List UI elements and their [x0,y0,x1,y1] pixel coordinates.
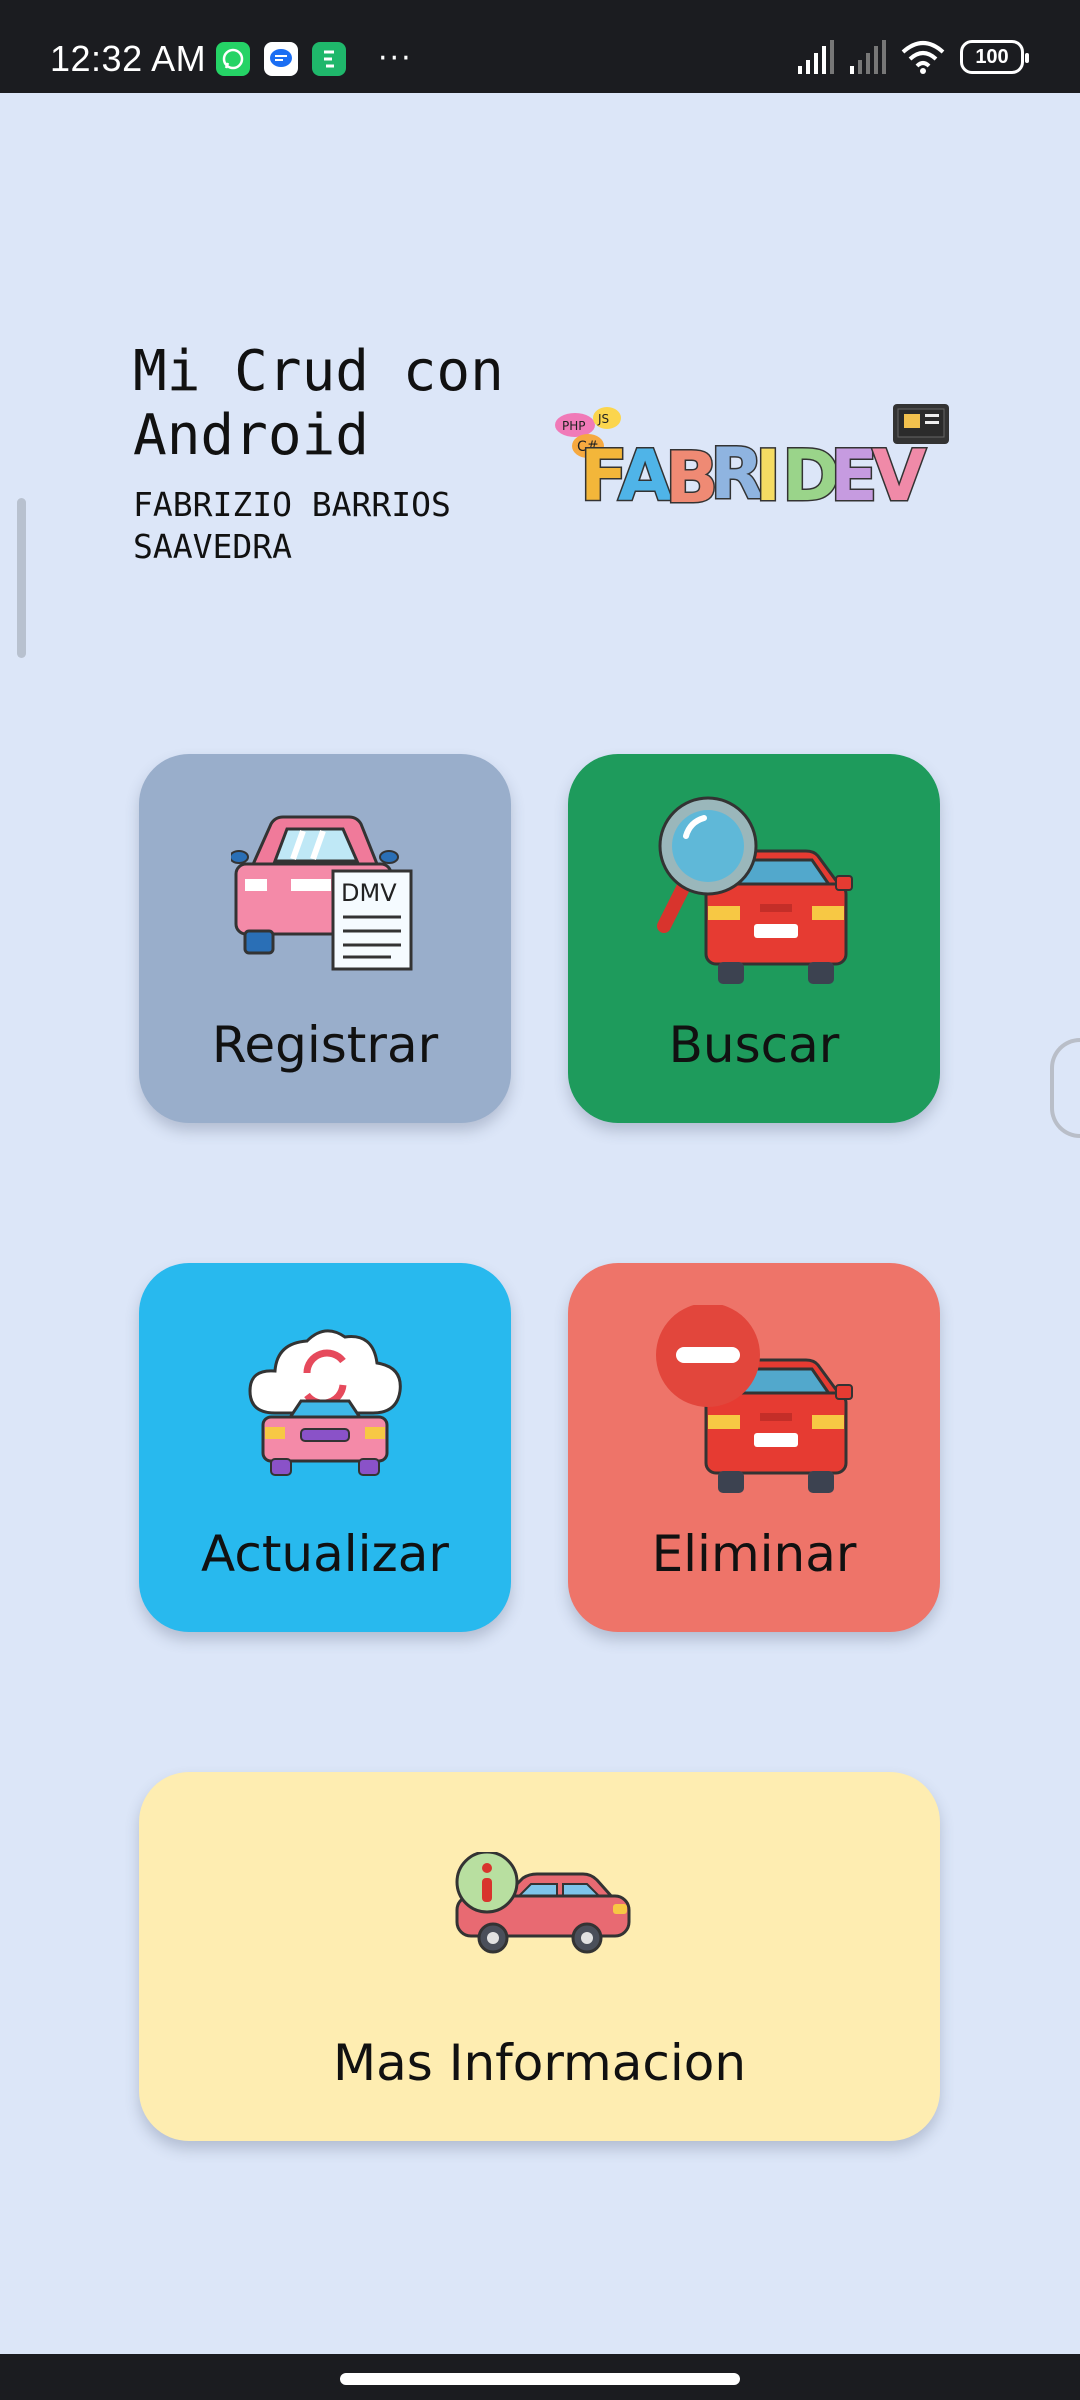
car-search-icon [657,796,853,984]
green-app-icon [312,42,346,76]
actualizar-label: Actualizar [201,1525,449,1583]
scroll-indicator [17,498,26,658]
signal-2-icon [850,40,886,74]
status-bar: 12:32 AM ··· 100 [0,0,1080,93]
buscar-button[interactable]: Buscar [568,754,940,1123]
messages-icon [264,42,298,76]
eliminar-button[interactable]: Eliminar [568,1263,940,1632]
fabridev-logo: PHP JS C# F A B R I D E V [555,404,949,515]
svg-text:DMV: DMV [341,879,397,907]
registrar-label: Registrar [211,1016,439,1074]
page-title: Mi Crud con Android [133,339,504,468]
whatsapp-icon [216,42,250,76]
navigation-bar [0,2354,1080,2400]
author-name: FABRIZIO BARRIOS SAAVEDRA [133,485,451,566]
eliminar-label: Eliminar [651,1525,857,1583]
buscar-label: Buscar [668,1016,840,1074]
car-info-icon [455,1852,631,1954]
svg-text:E: E [830,435,878,515]
registrar-button[interactable]: DMV Registrar [139,754,511,1123]
car-remove-icon [656,1305,853,1493]
home-gesture-bar[interactable] [340,2373,740,2385]
svg-text:I: I [755,435,781,515]
edge-swipe-handle[interactable] [1050,1038,1080,1138]
more-notifications-icon: ··· [378,41,413,76]
car-dmv-document-icon: DMV [231,815,413,971]
svg-text:JS: JS [597,412,609,426]
notification-icons: ··· [216,42,413,76]
wifi-icon [901,41,945,74]
mas-informacion-label: Mas Informacion [332,2034,747,2092]
svg-text:PHP: PHP [562,419,586,433]
mas-informacion-button[interactable]: Mas Informacion [139,1772,940,2141]
svg-text:V: V [872,435,926,515]
battery-indicator: 100 [960,40,1029,74]
status-time: 12:32 AM [50,38,207,79]
actualizar-button[interactable]: Actualizar [139,1263,511,1632]
signal-icon [798,40,834,74]
car-cloud-refresh-icon [248,1329,402,1476]
